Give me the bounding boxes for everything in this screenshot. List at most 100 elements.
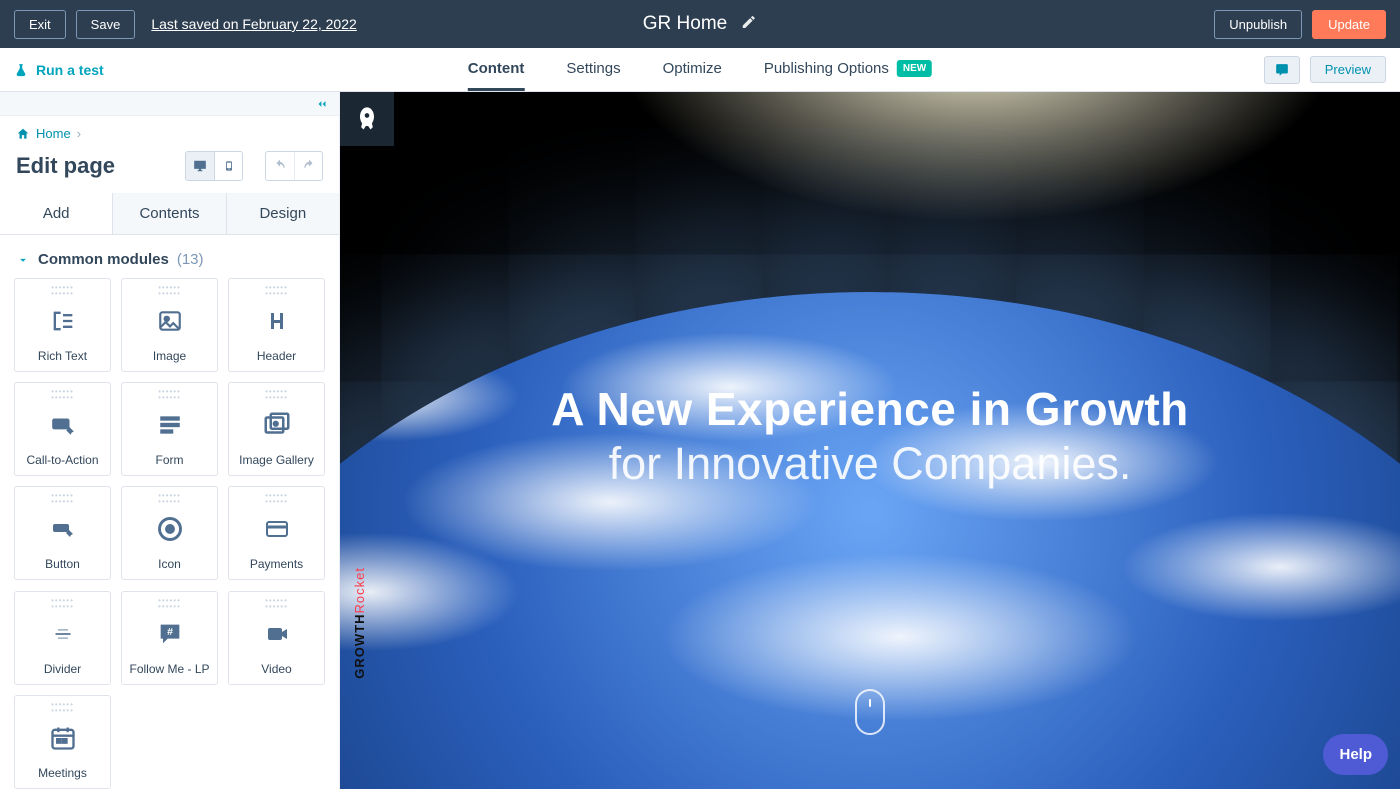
chevron-down-icon xyxy=(16,253,30,267)
drag-handle-icon: •••••••••••• xyxy=(51,493,74,501)
breadcrumb[interactable]: Home › xyxy=(0,116,339,147)
icon-icon xyxy=(156,501,184,557)
sidebar-tabs: Add Contents Design xyxy=(0,193,339,235)
drag-handle-icon: •••••••••••• xyxy=(265,493,288,501)
module-label: Call-to-Action xyxy=(26,453,98,475)
module-form[interactable]: ••••••••••••Form xyxy=(121,382,218,476)
drag-handle-icon: •••••••••••• xyxy=(51,598,74,606)
module-divider[interactable]: •••••••••••• Divider xyxy=(14,591,111,685)
save-button[interactable]: Save xyxy=(76,10,136,39)
gallery-icon xyxy=(260,397,294,453)
module-cta[interactable]: •••••••••••• Call-to-Action xyxy=(14,382,111,476)
module-label: Meetings xyxy=(38,766,87,788)
page-canvas[interactable]: A New Experience in Growth for Innovativ… xyxy=(340,92,1400,789)
module-label: Follow Me - LP xyxy=(129,662,209,684)
module-label: Video xyxy=(261,662,291,684)
drag-handle-icon: •••••••••••• xyxy=(265,389,288,397)
page-title: GR Home xyxy=(643,13,727,35)
header-icon xyxy=(265,293,289,349)
tab-content[interactable]: Content xyxy=(468,48,525,91)
cta-icon xyxy=(46,397,80,453)
edit-page-heading: Edit page xyxy=(16,153,115,179)
module-follow[interactable]: ••••••••••••#Follow Me - LP xyxy=(121,591,218,685)
hero-line1: A New Experience in Growth xyxy=(393,382,1347,436)
video-icon xyxy=(262,606,292,662)
modules-grid: ••••••••••••Rich Text••••••••••••Image••… xyxy=(0,278,339,789)
payments-icon xyxy=(262,501,292,557)
viewport-toggle xyxy=(185,151,243,181)
module-header[interactable]: ••••••••••••Header xyxy=(228,278,325,372)
unpublish-button[interactable]: Unpublish xyxy=(1214,10,1302,39)
undo-button[interactable] xyxy=(266,152,294,180)
brand-vertical: GROWTHRocket xyxy=(352,567,367,679)
editor-navbar: Run a test Content Settings Optimize Pub… xyxy=(0,48,1400,92)
rocket-launcher-tab[interactable] xyxy=(340,92,394,146)
richtext-icon xyxy=(46,293,80,349)
module-image[interactable]: ••••••••••••Image xyxy=(121,278,218,372)
undo-redo xyxy=(265,151,323,181)
form-icon xyxy=(155,397,185,453)
module-label: Rich Text xyxy=(38,349,87,371)
editor-sidebar: Home › Edit page xyxy=(0,92,340,789)
help-button[interactable]: Help xyxy=(1323,734,1388,775)
common-modules-toggle[interactable]: Common modules (13) xyxy=(0,235,339,278)
sidebar-tab-design[interactable]: Design xyxy=(227,193,339,234)
divider-icon xyxy=(48,606,78,662)
desktop-icon xyxy=(192,159,208,173)
chevron-right-icon: › xyxy=(77,126,81,141)
drag-handle-icon: •••••••••••• xyxy=(158,285,181,293)
tab-optimize[interactable]: Optimize xyxy=(663,48,722,91)
module-label: Payments xyxy=(250,557,303,579)
comment-icon xyxy=(1274,63,1290,77)
drag-handle-icon: •••••••••••• xyxy=(158,389,181,397)
rocket-icon xyxy=(353,105,381,133)
module-label: Button xyxy=(45,557,80,579)
sidebar-tab-contents[interactable]: Contents xyxy=(113,193,226,234)
sidebar-collapse-bar xyxy=(0,92,339,116)
module-meetings[interactable]: •••••••••••• Meetings xyxy=(14,695,111,789)
exit-button[interactable]: Exit xyxy=(14,10,66,39)
run-test-link[interactable]: Run a test xyxy=(14,62,104,78)
last-saved-link[interactable]: Last saved on February 22, 2022 xyxy=(151,16,356,32)
button-icon xyxy=(46,501,80,557)
top-header: Exit Save Last saved on February 22, 202… xyxy=(0,0,1400,48)
module-icon[interactable]: •••••••••••• Icon xyxy=(121,486,218,580)
comments-button[interactable] xyxy=(1264,56,1300,84)
breadcrumb-home: Home xyxy=(36,126,71,141)
tab-publishing[interactable]: Publishing Options NEW xyxy=(764,48,932,91)
module-payments[interactable]: •••••••••••• Payments xyxy=(228,486,325,580)
redo-button[interactable] xyxy=(294,152,322,180)
image-icon xyxy=(155,293,185,349)
tab-settings[interactable]: Settings xyxy=(566,48,620,91)
redo-icon xyxy=(301,159,317,173)
sidebar-tab-add[interactable]: Add xyxy=(0,193,113,234)
module-video[interactable]: •••••••••••• Video xyxy=(228,591,325,685)
hero-text: A New Experience in Growth for Innovativ… xyxy=(393,382,1347,490)
module-richtext[interactable]: •••••••••••• Rich Text xyxy=(14,278,111,372)
edit-title-icon[interactable] xyxy=(741,14,757,35)
meetings-icon xyxy=(48,710,78,766)
common-modules-label: Common modules xyxy=(38,251,169,268)
mobile-view-button[interactable] xyxy=(214,152,242,180)
run-test-label: Run a test xyxy=(36,62,104,78)
drag-handle-icon: •••••••••••• xyxy=(158,493,181,501)
collapse-sidebar-icon[interactable] xyxy=(313,97,331,111)
undo-icon xyxy=(272,159,288,173)
home-icon xyxy=(16,127,30,141)
drag-handle-icon: •••••••••••• xyxy=(51,285,74,293)
scroll-indicator xyxy=(855,689,885,735)
preview-button[interactable]: Preview xyxy=(1310,56,1386,83)
drag-handle-icon: •••••••••••• xyxy=(51,702,74,710)
module-gallery[interactable]: •••••••••••• Image Gallery xyxy=(228,382,325,476)
module-label: Image Gallery xyxy=(239,453,314,475)
drag-handle-icon: •••••••••••• xyxy=(265,598,288,606)
drag-handle-icon: •••••••••••• xyxy=(265,285,288,293)
module-button[interactable]: •••••••••••• Button xyxy=(14,486,111,580)
module-label: Icon xyxy=(158,557,181,579)
module-label: Divider xyxy=(44,662,81,684)
drag-handle-icon: •••••••••••• xyxy=(158,598,181,606)
drag-handle-icon: •••••••••••• xyxy=(51,389,74,397)
desktop-view-button[interactable] xyxy=(186,152,214,180)
update-button[interactable]: Update xyxy=(1312,10,1386,39)
new-badge: NEW xyxy=(897,60,932,77)
